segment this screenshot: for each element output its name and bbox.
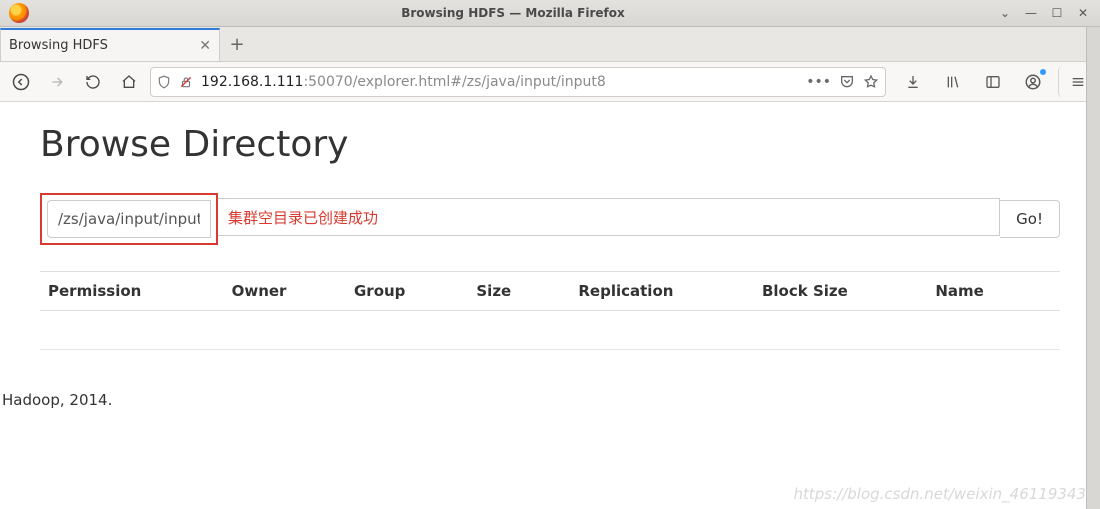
window-close-icon[interactable]: ✕ [1076,6,1090,20]
path-row: 集群空目录已创建成功 Go! [40,193,1060,245]
back-button[interactable] [6,67,36,97]
col-size: Size [468,272,570,311]
toolbar-right [892,67,1094,97]
url-text: 192.168.1.111:50070/explorer.html#/zs/ja… [201,74,798,90]
reload-button[interactable] [78,67,108,97]
page-title: Browse Directory [40,124,1060,165]
new-tab-button[interactable]: + [220,28,254,61]
tab-browsing-hdfs[interactable]: Browsing HDFS ✕ [0,28,220,61]
pocket-icon[interactable] [839,74,855,90]
window-title: Browsing HDFS — Mozilla Firefox [38,6,988,20]
divider [40,349,1060,350]
shield-icon[interactable] [157,75,171,89]
window-minimize-icon[interactable]: — [1024,6,1038,20]
address-bar[interactable]: 192.168.1.111:50070/explorer.html#/zs/ja… [150,67,886,97]
bookmark-star-icon[interactable] [863,74,879,90]
url-rest: :50070/explorer.html#/zs/java/input/inpu… [303,74,605,90]
account-icon[interactable] [1018,67,1048,97]
col-group: Group [346,272,468,311]
page-content: Browse Directory 集群空目录已创建成功 Go! Permissi… [0,102,1100,509]
nav-toolbar: 192.168.1.111:50070/explorer.html#/zs/ja… [0,62,1100,102]
insecure-lock-icon[interactable] [179,75,193,89]
tab-title: Browsing HDFS [9,38,108,53]
tab-close-icon[interactable]: ✕ [199,38,211,54]
sidebar-icon[interactable] [978,67,1008,97]
hamburger-menu-icon[interactable] [1058,67,1088,97]
window-maximize-icon[interactable]: ☐ [1050,6,1064,20]
col-replication: Replication [570,272,754,311]
watermark: https://blog.csdn.net/weixin_46119343 [793,485,1086,503]
go-button[interactable]: Go! [1000,200,1060,238]
path-highlight-box [40,193,218,245]
library-icon[interactable] [938,67,968,97]
vertical-scrollbar[interactable] [1086,27,1100,509]
firefox-logo [0,3,38,23]
col-blocksize: Block Size [754,272,927,311]
path-input[interactable] [47,200,211,238]
path-annotation: 集群空目录已创建成功 [216,198,1000,236]
col-name: Name [927,272,1060,311]
window-titlebar: Browsing HDFS — Mozilla Firefox ⌄ — ☐ ✕ [0,0,1100,27]
home-button[interactable] [114,67,144,97]
window-more-icon[interactable]: ⌄ [998,6,1012,20]
directory-table: Permission Owner Group Size Replication … [40,271,1060,311]
url-host: 192.168.1.111 [201,74,303,90]
tab-strip: Browsing HDFS ✕ + [0,27,1100,62]
forward-button[interactable] [42,67,72,97]
page-actions-icon[interactable]: ••• [806,74,831,90]
footer-text: Hadoop, 2014. [0,391,112,409]
downloads-icon[interactable] [898,67,928,97]
col-permission: Permission [40,272,224,311]
col-owner: Owner [224,272,346,311]
table-header-row: Permission Owner Group Size Replication … [40,272,1060,311]
window-controls: ⌄ — ☐ ✕ [988,6,1100,20]
